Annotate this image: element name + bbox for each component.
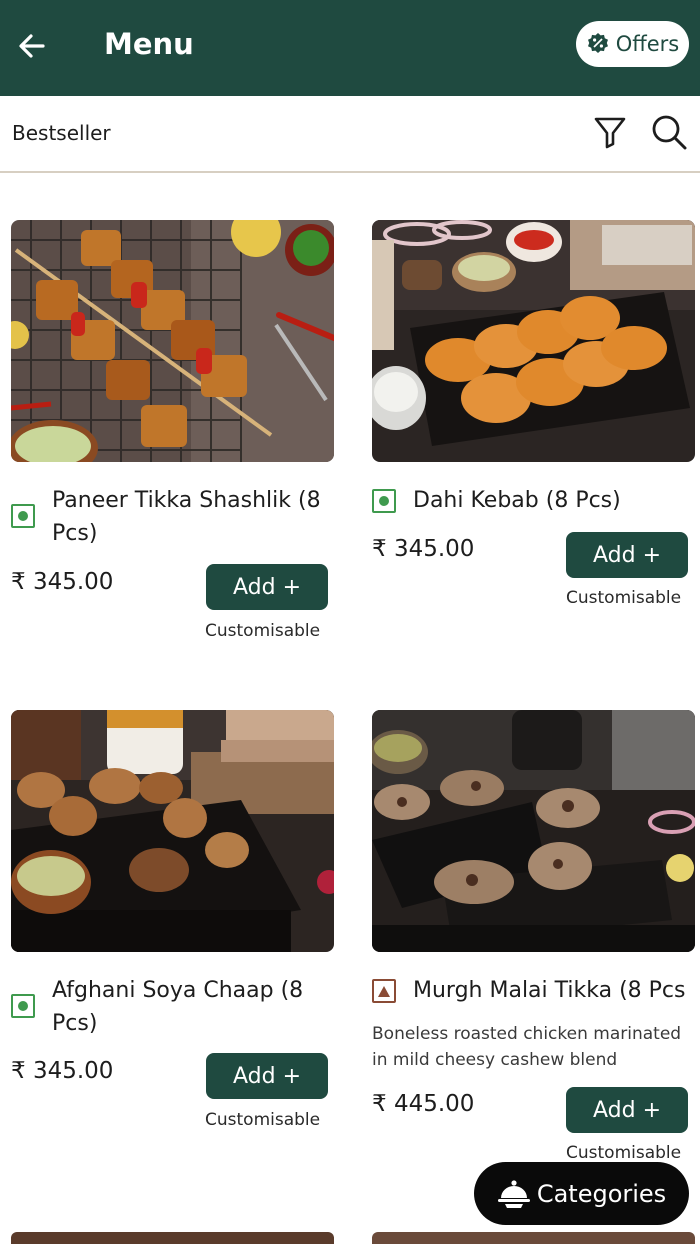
menu-item-card: Paneer Tikka Shashlik (8 Pcs) ₹ 345.00 A… bbox=[11, 220, 336, 650]
categories-button[interactable]: Categories bbox=[474, 1162, 689, 1225]
menu-item-card: Murgh Malai Tikka (8 Pcs Boneless roaste… bbox=[372, 710, 697, 1170]
soya-chaap-board-photo bbox=[11, 710, 334, 952]
paneer-tikka-skewers-photo bbox=[11, 220, 334, 462]
next-item-photo[interactable] bbox=[11, 1232, 334, 1244]
veg-indicator-icon bbox=[372, 489, 396, 513]
filter-bar: Bestseller bbox=[0, 96, 700, 173]
filter-icon bbox=[594, 117, 626, 149]
arrow-left-icon bbox=[19, 34, 45, 58]
item-photo[interactable] bbox=[372, 220, 695, 462]
section-label: Bestseller bbox=[12, 121, 111, 145]
dahi-kebab-tray-photo bbox=[372, 220, 695, 462]
offers-button[interactable]: Offers bbox=[576, 21, 689, 67]
veg-indicator-icon bbox=[11, 994, 35, 1018]
add-to-cart-button[interactable]: Add + bbox=[566, 532, 688, 578]
customisable-label: Customisable bbox=[566, 588, 682, 608]
item-price: ₹ 345.00 bbox=[11, 569, 114, 595]
item-price: ₹ 445.00 bbox=[372, 1091, 475, 1117]
search-button[interactable] bbox=[650, 114, 688, 150]
item-name: Dahi Kebab (8 Pcs) bbox=[413, 488, 621, 513]
add-to-cart-button[interactable]: Add + bbox=[566, 1087, 688, 1133]
item-price: ₹ 345.00 bbox=[372, 536, 475, 562]
categories-label: Categories bbox=[536, 1179, 667, 1208]
item-name: Murgh Malai Tikka (8 Pcs bbox=[413, 978, 686, 1003]
veg-indicator-icon bbox=[11, 504, 35, 528]
food-cloche-icon bbox=[497, 1179, 530, 1208]
menu-item-card: Dahi Kebab (8 Pcs) ₹ 345.00 Add + Custom… bbox=[372, 220, 697, 650]
menu-item-card: Afghani Soya Chaap (8 Pcs) ₹ 345.00 Add … bbox=[11, 710, 336, 1150]
customisable-label: Customisable bbox=[205, 621, 321, 641]
app-header: Menu Offers bbox=[0, 0, 700, 96]
item-photo[interactable] bbox=[372, 710, 695, 952]
non-veg-indicator-icon bbox=[372, 979, 396, 1003]
item-name: Afghani Soya Chaap (8 Pcs) bbox=[52, 978, 304, 1036]
offers-label: Offers bbox=[615, 32, 680, 56]
item-photo[interactable] bbox=[11, 710, 334, 952]
discount-badge-icon bbox=[587, 33, 608, 53]
page-title: Menu bbox=[104, 27, 194, 61]
next-item-photo[interactable] bbox=[372, 1232, 695, 1244]
customisable-label: Customisable bbox=[566, 1143, 682, 1163]
item-name: Paneer Tikka Shashlik (8 Pcs) bbox=[52, 488, 321, 546]
filter-button[interactable] bbox=[592, 114, 628, 150]
customisable-label: Customisable bbox=[205, 1110, 321, 1130]
item-description: Boneless roasted chicken marinated in mi… bbox=[372, 1024, 682, 1070]
item-photo[interactable] bbox=[11, 220, 334, 462]
back-button[interactable] bbox=[12, 26, 52, 66]
add-to-cart-button[interactable]: Add + bbox=[206, 564, 328, 610]
item-price: ₹ 345.00 bbox=[11, 1058, 114, 1084]
malai-tikka-board-photo bbox=[372, 710, 695, 952]
add-to-cart-button[interactable]: Add + bbox=[206, 1053, 328, 1099]
search-icon bbox=[652, 115, 687, 150]
